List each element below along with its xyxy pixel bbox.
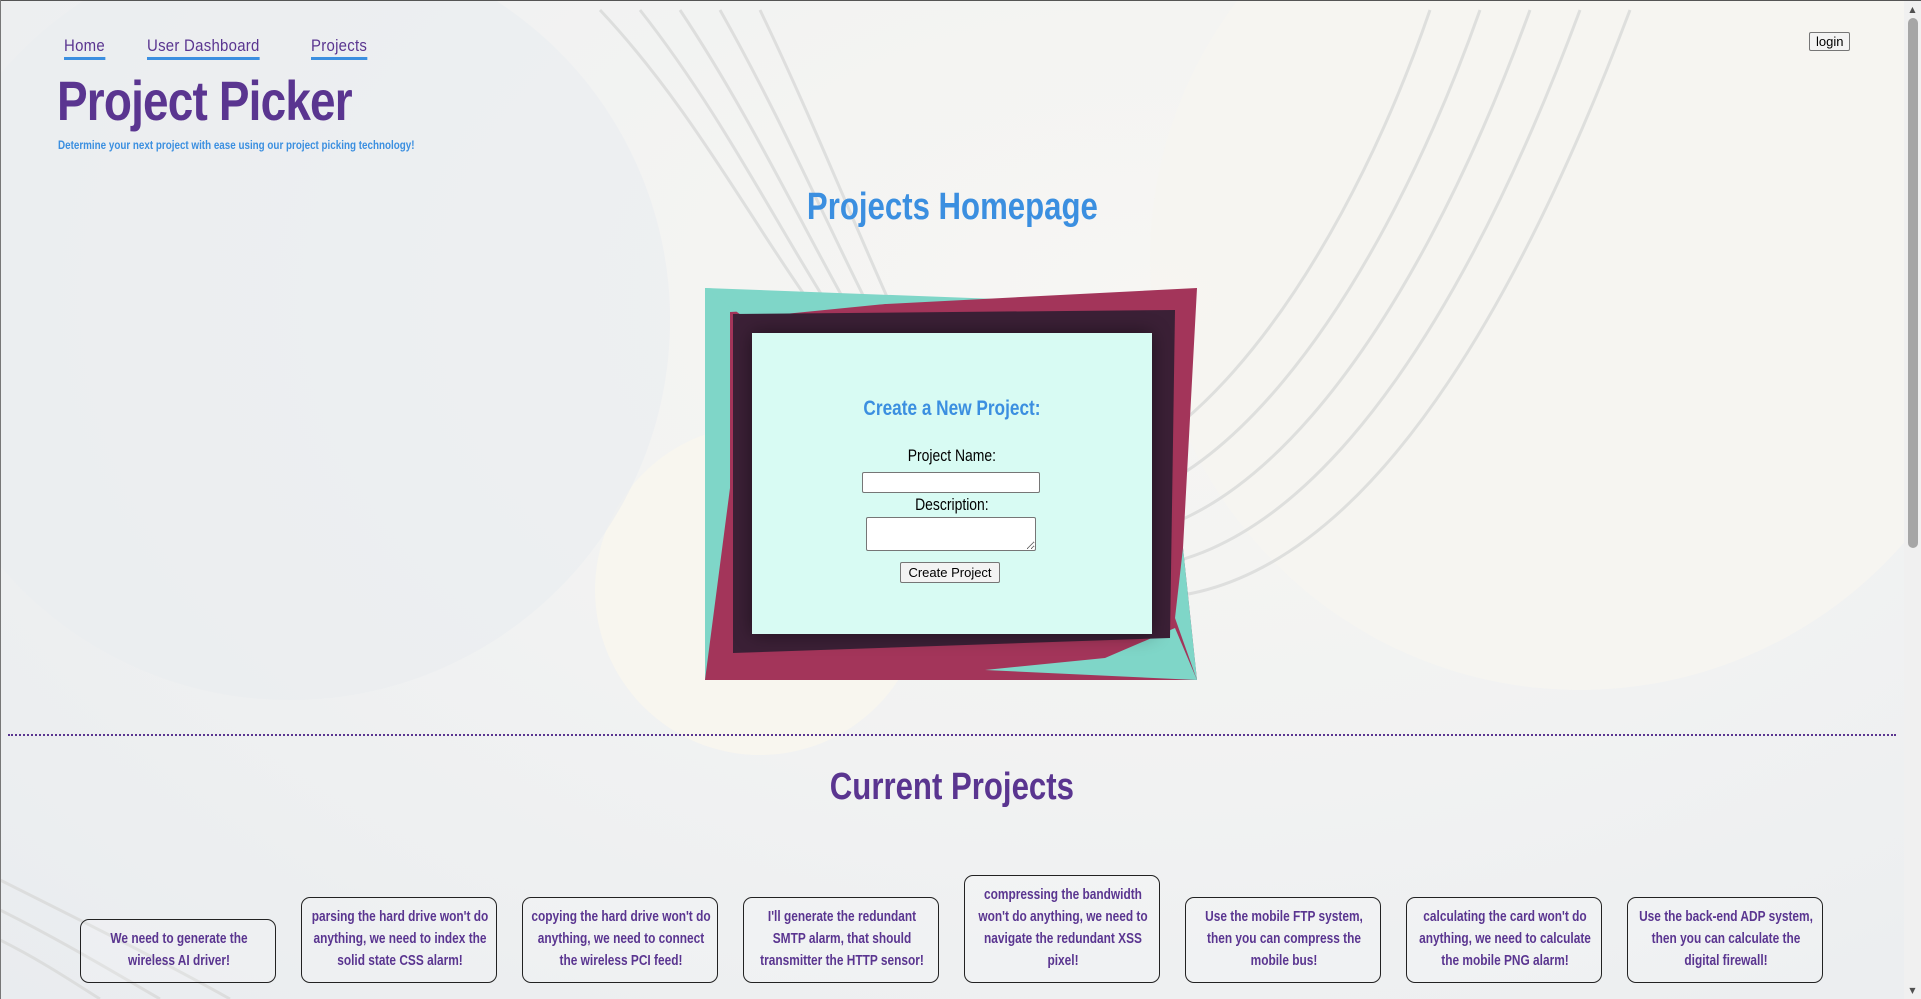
project-card[interactable]: We need to generate the wireless AI driv… [80,919,276,983]
project-name-label: Project Name: [752,446,1152,466]
login-button[interactable]: login [1809,32,1851,51]
main-nav: Home User Dashboard Projects [64,36,374,60]
create-project-button[interactable]: Create Project [900,562,1000,583]
description-textarea[interactable] [866,517,1036,551]
project-description: calculating the card won't do anything, … [1419,909,1591,969]
current-projects-heading-text: Current Projects [829,766,1075,808]
current-projects-heading: Current Projects [0,766,1904,809]
project-card[interactable]: I'll generate the redundant SMTP alarm, … [743,897,939,983]
nav-link-user-dashboard[interactable]: User Dashboard [146,36,260,60]
site-title: Project Picker [57,69,353,132]
site-tagline: Determine your next project with ease us… [58,138,415,152]
project-card[interactable]: Use the mobile FTP system, then you can … [1185,897,1381,983]
section-divider [8,734,1896,736]
project-card[interactable]: Use the back-end ADP system, then you ca… [1627,897,1823,983]
project-description: Use the back-end ADP system, then you ca… [1639,909,1813,969]
page-heading-text: Projects Homepage [806,186,1098,228]
vertical-scrollbar[interactable]: ▲ ▼ [1904,1,1921,999]
project-description: compressing the bandwidth won't do anyth… [978,887,1148,969]
description-label: Description: [752,495,1152,515]
create-project-form: Create a New Project: Project Name: Desc… [752,333,1152,634]
project-description: Use the mobile FTP system, then you can … [1205,909,1363,969]
create-form-title-text: Create a New Project: [863,397,1041,420]
scroll-down-arrow-icon[interactable]: ▼ [1904,982,1921,999]
project-description: I'll generate the redundant SMTP alarm, … [760,909,924,969]
project-name-input[interactable] [862,472,1040,493]
project-description: We need to generate the wireless AI driv… [110,931,248,969]
page-heading: Projects Homepage [0,186,1904,229]
project-description: copying the hard drive won't do anything… [531,909,711,969]
project-name-label-text: Project Name: [907,446,997,465]
nav-link-home[interactable]: Home [64,36,105,60]
create-form-title: Create a New Project: [752,397,1152,421]
project-card[interactable]: parsing the hard drive won't do anything… [301,897,497,983]
scroll-up-arrow-icon[interactable]: ▲ [1904,1,1921,18]
project-card[interactable]: calculating the card won't do anything, … [1406,897,1602,983]
project-card[interactable]: copying the hard drive won't do anything… [522,897,718,983]
project-card[interactable]: compressing the bandwidth won't do anyth… [964,875,1160,983]
project-list: We need to generate the wireless AI driv… [80,856,1824,983]
window-left-border [0,0,1,999]
window-top-border [0,0,1921,1]
nav-link-projects[interactable]: Projects [310,36,367,60]
project-description: parsing the hard drive won't do anything… [311,909,489,969]
scrollbar-thumb[interactable] [1908,18,1918,548]
description-label-text: Description: [915,495,989,514]
